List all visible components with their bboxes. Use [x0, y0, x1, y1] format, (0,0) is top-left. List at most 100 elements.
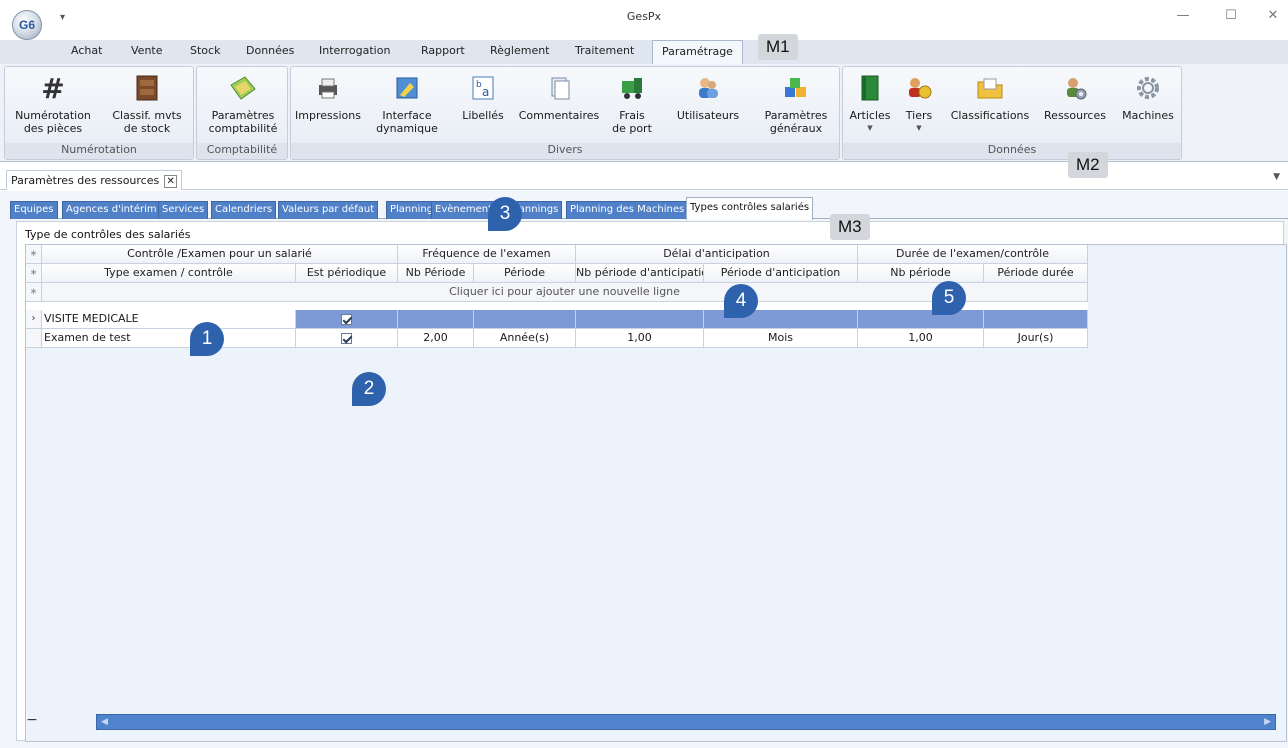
tab-achat[interactable]: Achat: [71, 44, 102, 57]
remove-row-button[interactable]: −: [22, 713, 42, 730]
utilisateurs-button[interactable]: Utilisateurs: [669, 69, 747, 122]
scroll-left-icon[interactable]: ◀: [101, 717, 108, 727]
cell-nb-duree[interactable]: 1,00: [858, 329, 984, 348]
sub-tabs: Equipes Agences d'intérim Services Calen…: [10, 197, 1288, 220]
cell-type[interactable]: Examen de test: [42, 329, 296, 348]
scroll-right-icon[interactable]: ▶: [1264, 717, 1271, 727]
commentaires-button[interactable]: Commentaires: [517, 69, 601, 122]
checkbox-periodique[interactable]: [341, 313, 352, 325]
col-nb-duree[interactable]: Nb période: [858, 264, 984, 283]
cell-periode-duree[interactable]: [984, 310, 1088, 329]
tab-rapport[interactable]: Rapport: [421, 44, 465, 57]
group-donnees: Articles ▼ Tiers ▼ Classifications Resso…: [842, 66, 1182, 160]
cell-nb-anticipation[interactable]: [576, 310, 704, 329]
tab-donnees[interactable]: Données: [246, 44, 294, 57]
libelles-button[interactable]: ba Libellés: [453, 69, 513, 122]
tab-traitement[interactable]: Traitement: [575, 44, 634, 57]
articles-button[interactable]: Articles ▼: [847, 69, 893, 135]
subtab-planning-machines[interactable]: Planning des Machines: [566, 201, 689, 219]
interface-icon: [392, 73, 422, 103]
parametres-comptabilite-button[interactable]: Paramètres comptabilité: [197, 69, 289, 135]
tab-parametrage[interactable]: Paramétrage: [652, 40, 743, 65]
main-content: Equipes Agences d'intérim Services Calen…: [0, 191, 1288, 748]
truck-icon: [617, 73, 647, 103]
tab-vente[interactable]: Vente: [131, 44, 163, 57]
tiers-button[interactable]: Tiers ▼: [899, 69, 939, 135]
machines-button[interactable]: Machines: [1117, 69, 1179, 122]
cell-periode-duree[interactable]: Jour(s): [984, 329, 1088, 348]
subtab-services[interactable]: Services: [158, 201, 209, 219]
tab-stock[interactable]: Stock: [190, 44, 220, 57]
annotation-1: 1: [190, 322, 224, 356]
numerotation-pieces-button[interactable]: # Numérotation des pièces: [5, 69, 101, 135]
maximize-button[interactable]: ☐: [1216, 8, 1246, 28]
band-frequence: Fréquence de l'examen: [398, 245, 576, 264]
col-nb-anticipation[interactable]: Nb période d'anticipation: [576, 264, 704, 283]
group-label-numerotation: Numérotation: [5, 143, 193, 159]
hash-icon: #: [41, 71, 65, 105]
col-nb-periode[interactable]: Nb Période: [398, 264, 474, 283]
parametres-generaux-button[interactable]: Paramètres généraux: [755, 69, 837, 135]
tab-interrogation[interactable]: Interrogation: [319, 44, 390, 57]
cabinet-icon: [132, 73, 162, 103]
col-periodique[interactable]: Est périodique: [296, 264, 398, 283]
annotation-m1: M1: [758, 34, 798, 60]
book-icon: [855, 73, 885, 103]
ribbon: # Numérotation des pièces Classif. mvts …: [0, 64, 1288, 162]
col-type[interactable]: Type examen / contrôle: [42, 264, 296, 283]
subtab-valeurs-defaut[interactable]: Valeurs par défaut: [278, 201, 379, 219]
subtab-planning[interactable]: Planning: [386, 201, 438, 219]
cell-type[interactable]: VISITE MEDICALE: [42, 310, 296, 329]
printer-icon: [313, 73, 343, 103]
subtab-types-controles[interactable]: Types contrôles salariés: [686, 197, 814, 220]
checkbox-periodique[interactable]: [341, 332, 352, 344]
col-periode-duree[interactable]: Période durée: [984, 264, 1088, 283]
cell-periode[interactable]: [474, 310, 576, 329]
group-comptabilite: Paramètres comptabilité Comptabilité: [196, 66, 288, 160]
subtab-agences-interim[interactable]: Agences d'intérim: [62, 201, 161, 219]
tab-reglement[interactable]: Règlement: [490, 44, 550, 57]
impressions-button[interactable]: Impressions: [291, 69, 365, 122]
annotation-m3: M3: [830, 214, 870, 240]
tab-list-dropdown-icon[interactable]: ▼: [1273, 172, 1280, 182]
cell-nb-anticipation[interactable]: 1,00: [576, 329, 704, 348]
comments-icon: [544, 73, 574, 103]
band-duree: Durée de l'examen/contrôle: [858, 245, 1088, 264]
ressources-button[interactable]: Ressources: [1037, 69, 1113, 122]
cell-periode-anticipation[interactable]: Mois: [704, 329, 858, 348]
minimize-button[interactable]: —: [1168, 8, 1198, 28]
horizontal-scrollbar[interactable]: ◀ ▶: [96, 714, 1276, 730]
blocks-icon: [781, 73, 811, 103]
frais-de-port-button[interactable]: Frais de port: [605, 69, 659, 135]
row-selector: ∗: [26, 283, 42, 302]
subtab-equipes[interactable]: Equipes: [10, 201, 58, 219]
col-periode-anticipation[interactable]: Période d'anticipation: [704, 264, 858, 283]
people-money-icon: [904, 73, 934, 103]
section-title: Type de contrôles des salariés: [25, 228, 191, 241]
cell-periode[interactable]: Année(s): [474, 329, 576, 348]
controls-panel: Type de contrôles des salariés ∗ Contrôl…: [16, 221, 1287, 742]
document-tab-label: Paramètres des ressources: [11, 174, 160, 187]
group-label-comptabilite: Comptabilité: [197, 143, 287, 159]
interface-dynamique-button[interactable]: Interface dynamique: [367, 69, 447, 135]
group-label-divers: Divers: [291, 143, 839, 159]
classifications-button[interactable]: Classifications: [947, 69, 1033, 122]
close-icon[interactable]: ✕: [164, 175, 178, 188]
close-window-button[interactable]: ✕: [1258, 8, 1288, 28]
annotation-m2: M2: [1068, 152, 1108, 178]
articles-dropdown-icon: ▼: [867, 124, 873, 132]
current-row-indicator: ›: [26, 310, 42, 329]
svg-text:a: a: [482, 85, 489, 99]
col-periode[interactable]: Période: [474, 264, 576, 283]
subtab-calendriers[interactable]: Calendriers: [211, 201, 277, 219]
cell-nb-periode[interactable]: [398, 310, 474, 329]
cell-nb-duree[interactable]: [858, 310, 984, 329]
labels-icon: ba: [468, 73, 498, 103]
cell-nb-periode[interactable]: 2,00: [398, 329, 474, 348]
cell-periodique[interactable]: [296, 329, 398, 348]
group-label-donnees: Données: [843, 143, 1181, 159]
ledger-icon: [228, 73, 258, 103]
classif-mvts-button[interactable]: Classif. mvts de stock: [99, 69, 195, 135]
document-tab-ressources[interactable]: Paramètres des ressources ✕: [6, 170, 183, 190]
cell-periodique[interactable]: [296, 310, 398, 329]
